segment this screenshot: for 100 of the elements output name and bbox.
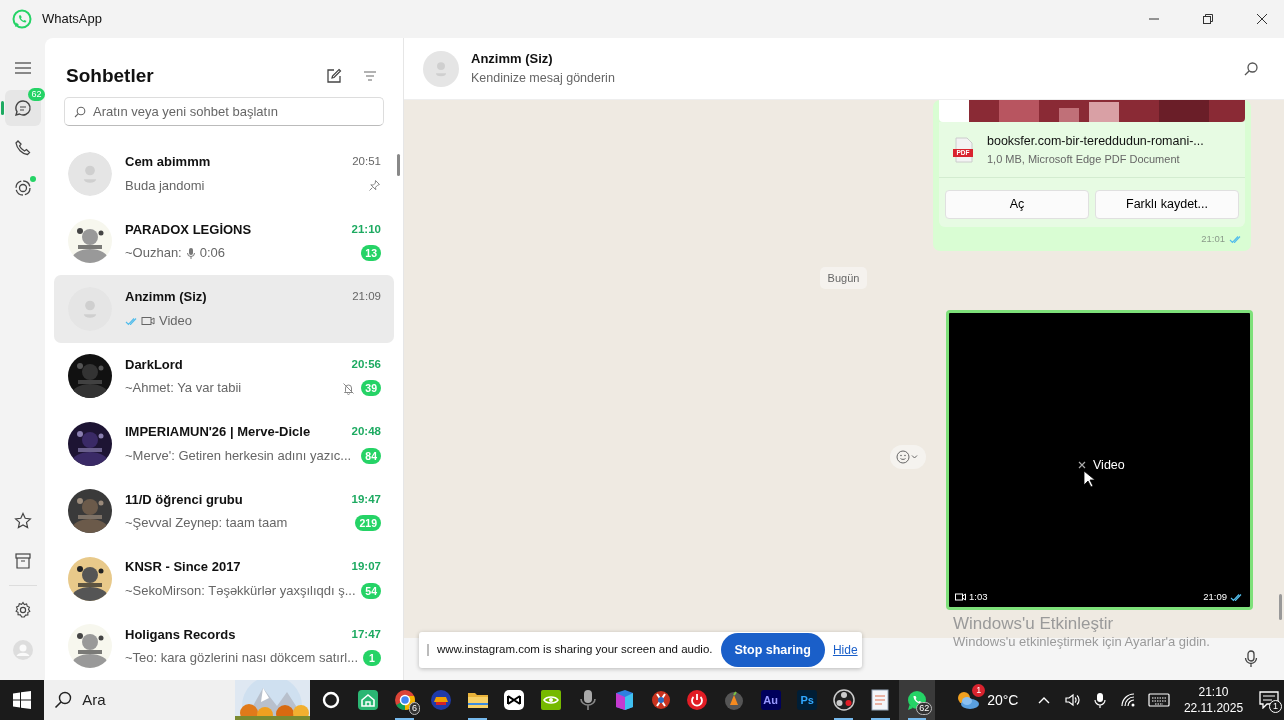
panel-title: Sohbetler (66, 64, 155, 89)
drag-handle[interactable] (427, 644, 429, 656)
scrollbar-thumb[interactable] (1279, 594, 1282, 620)
message-time: 21:09 (1203, 589, 1227, 604)
round-app-icon (430, 689, 453, 711)
chat-time: 20:56 (351, 356, 381, 372)
archive-icon (12, 551, 33, 571)
status-icon (12, 178, 33, 198)
chat-list-item[interactable]: PARADOX LEGİONS 21:10 ~Ouzhan: 0:06 13 (54, 207, 394, 275)
chat-list-item[interactable]: Anzimm (Siz) 21:09 Video (54, 275, 394, 343)
capcut-icon (503, 689, 526, 711)
taskbar-search-field[interactable]: Ara (44, 680, 311, 720)
chat-time: 17:47 (351, 626, 381, 642)
chats-icon (12, 98, 33, 118)
chat-time: 21:09 (352, 289, 381, 305)
message-preview: Video (159, 311, 192, 330)
chat-time: 20:48 (351, 424, 381, 440)
message-preview: ~Şevval Zeynep: taam taam (125, 514, 288, 533)
unread-count-badge: 62 (28, 88, 45, 101)
read-ticks-icon (125, 315, 137, 326)
notification-center-button[interactable]: 1 (1254, 680, 1284, 720)
chat-name: PARADOX LEGİONS (125, 220, 253, 239)
eye-logo-icon (539, 689, 562, 711)
message-icon (1259, 691, 1280, 709)
obs-icon (832, 689, 855, 711)
message-preview: ~Ahmet: Ya var tabii (125, 379, 242, 398)
hide-link[interactable]: Hide (832, 641, 858, 659)
windows-icon (13, 691, 32, 709)
wifi-icon[interactable] (1120, 692, 1137, 708)
chat-list-item[interactable]: DarkLord 20:56 ~Ahmet: Ya var tabii 39 (54, 342, 394, 410)
taskbar-app-button[interactable]: 6 (386, 680, 423, 720)
scrollbar-thumb[interactable] (397, 154, 400, 176)
photoshop-icon (796, 689, 819, 711)
video-label: Video (1093, 457, 1125, 474)
search-placeholder: Ara (82, 689, 107, 710)
edit-icon (325, 68, 342, 85)
app-badge: 6 (408, 702, 420, 715)
taskbar-app-button[interactable]: 62 (898, 680, 936, 720)
unread-count-badge: 1 (363, 650, 381, 666)
activation-message: Windows'u etkinleştirmek için Ayarlar'a gidin. (953, 634, 1210, 650)
chat-list-item[interactable]: 11/D öğrenci grubu 19:47 ~Şevval Zeynep: taam taam 219 (54, 477, 394, 545)
chat-name: IMPERIAMUN'26 | Merve-Dicle (125, 423, 312, 442)
share-message: www.instagram.com is sharing your screen and audio. (437, 642, 713, 658)
profile-avatar-icon (12, 640, 33, 660)
document-icon (869, 689, 892, 711)
power-icon (686, 689, 709, 711)
taskbar-app-button[interactable]: Ps (788, 680, 826, 720)
chat-list-item[interactable]: Cem abimmm 20:51 Buda jandomi (54, 140, 394, 208)
message-preview: ~SekoMirson: Təşəkkürlər yaxşılıqdı ş... (125, 581, 356, 600)
emoji-icon (896, 450, 920, 464)
default-avatar-icon (423, 50, 459, 87)
file-action-button[interactable]: Farklı kaydet... (1095, 190, 1239, 220)
video-duration: 1:03 (969, 589, 988, 604)
chat-list-item[interactable]: IMPERIAMUN'26 | Merve-Dicle 20:48 ~Merve': Getiren herkesin adını yazıc... 84 (54, 410, 394, 478)
voice-duration: 0:06 (199, 244, 226, 263)
message-preview: Buda jandomi (125, 176, 205, 195)
chat-list-item[interactable]: Holigans Records 17:47 ~Teo: kara gözlerini nası dökcem satırl... 1 (54, 612, 394, 680)
notification-count-badge: 1 (1269, 700, 1282, 713)
unread-count-badge: 84 (361, 447, 381, 464)
message-preview: ~Ouzhan: (125, 244, 182, 263)
microphone-icon[interactable] (1092, 692, 1109, 708)
chrome-icon (393, 689, 416, 711)
video-icon (955, 592, 966, 601)
contact-subtitle: Kendinize mesaj gönderin (471, 69, 616, 87)
star-icon (12, 511, 33, 531)
house-icon (357, 689, 379, 711)
speaker-icon[interactable] (1064, 692, 1081, 708)
video-message[interactable]: Video 1:03 21:09 (946, 310, 1253, 610)
window-title: WhatsApp (42, 10, 102, 29)
chat-time: 19:47 (351, 491, 381, 507)
chat-name: KNSR - Since 2017 (125, 558, 242, 577)
default-avatar-icon (68, 286, 112, 331)
file-name: booksfer.com-bir-tereddudun-romani-... (987, 133, 1204, 150)
stop-sharing-button[interactable]: Stop sharing (720, 633, 825, 667)
restore-icon (1202, 13, 1214, 25)
microphone-icon (1244, 650, 1258, 668)
activation-title: Windows'u Etkinleştir (953, 614, 1115, 635)
chat-list-item[interactable]: KNSR - Since 2017 19:07 ~SekoMirson: Təşəkkürlər yaxşılıqdı ş... 54 (54, 545, 394, 613)
search-icon (54, 691, 73, 709)
chat-name: Anzimm (Siz) (125, 288, 208, 307)
chat-name: 11/D öğrenci grubu (125, 490, 244, 509)
cursor-icon (1083, 470, 1095, 488)
message-preview: ~Merve': Getiren herkesin adını yazıc... (125, 446, 352, 465)
audition-icon (759, 689, 782, 711)
message-time: 21:01 (1201, 232, 1225, 247)
taskbar-app-button[interactable]: Au (752, 680, 789, 720)
chat-name: Cem abimmm (125, 153, 212, 172)
search-icon (1243, 60, 1259, 77)
file-action-button[interactable]: Aç (945, 190, 1089, 220)
keyboard-icon[interactable] (1148, 692, 1171, 708)
file-details: 1,0 MB, Microsoft Edge PDF Document (987, 151, 1181, 167)
unread-count-badge: 13 (361, 245, 381, 261)
search-field[interactable]: Aratın veya yeni sohbet başlatın (64, 96, 384, 126)
chat-time: 21:10 (351, 221, 381, 237)
contact-name: Anzimm (Siz) (471, 50, 554, 69)
chat-time: 20:51 (352, 154, 381, 170)
cancel-icon (1077, 460, 1087, 471)
clock[interactable]: 21:10 22.11.2025 (1184, 684, 1243, 716)
search-icon (74, 105, 86, 118)
phone-icon (12, 138, 33, 158)
